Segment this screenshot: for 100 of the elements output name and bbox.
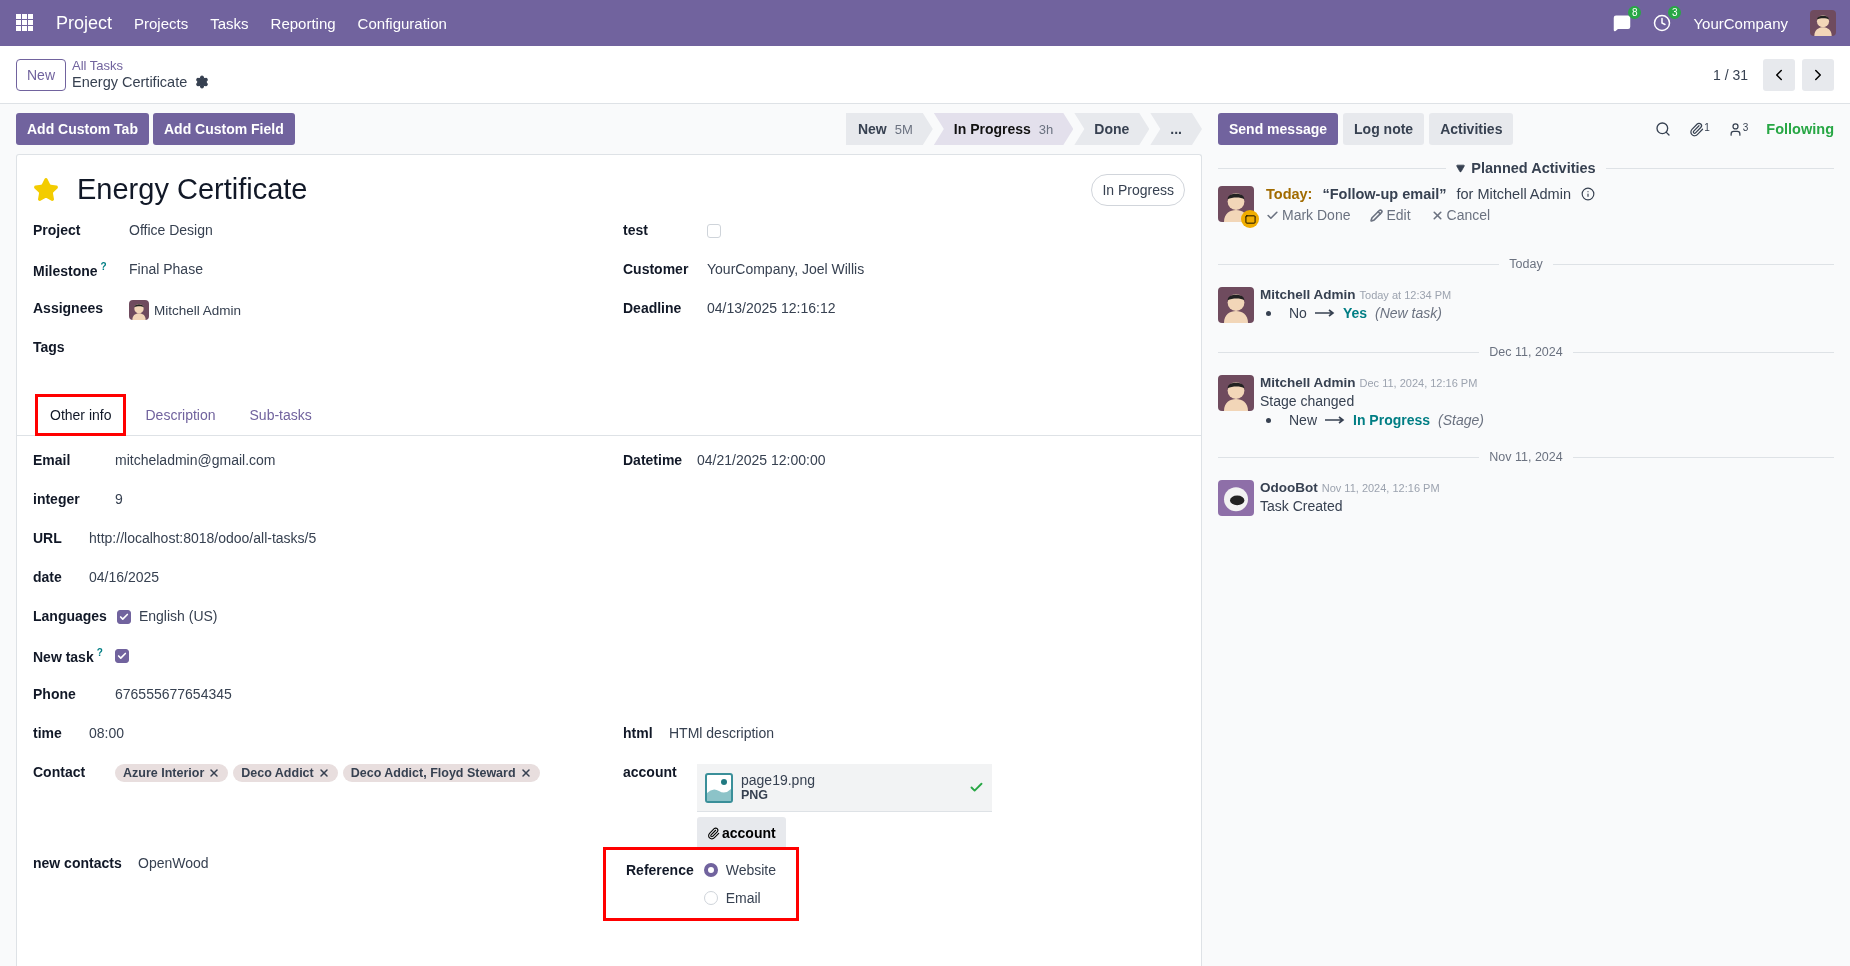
field-value: 08:00	[89, 725, 125, 741]
checkbox-label: English (US)	[138, 608, 218, 624]
message-text: Stage changed	[1260, 393, 1356, 409]
info-icon[interactable]	[1580, 187, 1595, 201]
field-label: date	[33, 569, 63, 585]
stage-button[interactable]: New 5M	[845, 113, 933, 145]
avatar	[1218, 480, 1254, 516]
field-label: account	[623, 764, 678, 780]
form-tab[interactable]: Sub-tasks	[234, 394, 327, 436]
breadcrumb-current: Energy Certificate	[72, 73, 188, 91]
pencil-icon	[1370, 208, 1384, 222]
count-badge: 8	[1627, 6, 1642, 19]
followers-count[interactable]: 3	[1727, 121, 1749, 137]
old-value: No	[1289, 305, 1307, 321]
app-name[interactable]: Project	[56, 12, 113, 34]
settings-icon[interactable]	[195, 75, 210, 90]
menu-item[interactable]: Configuration	[357, 14, 447, 32]
new-button[interactable]: New	[16, 58, 66, 91]
messages-icon[interactable]	[1613, 14, 1632, 32]
field-label: Languages	[33, 608, 108, 624]
company-name[interactable]: YourCompany	[1693, 14, 1788, 32]
checkbox[interactable]	[116, 610, 131, 624]
old-value: New	[1289, 412, 1317, 428]
count-badge: 3	[1667, 6, 1682, 19]
date-separator: Today	[1509, 257, 1543, 271]
message-time: Nov 11, 2024, 12:16 PM	[1321, 482, 1440, 494]
attachments-count[interactable]: 1	[1689, 121, 1710, 137]
pager-value[interactable]: 1 / 31	[1712, 66, 1748, 83]
stage-button[interactable]: Done	[1074, 113, 1150, 145]
field-value: 04/13/2025 12:16:12	[707, 300, 836, 316]
field-label: Email	[33, 452, 72, 468]
radio-option[interactable]: Website	[703, 862, 777, 878]
field-label: time	[33, 725, 63, 741]
remove-icon[interactable]	[208, 767, 221, 779]
chatter-button[interactable]: Log note	[1343, 113, 1425, 145]
date-separator: Nov 11, 2024	[1489, 450, 1563, 464]
menu-item[interactable]: Projects	[134, 14, 189, 32]
field-label: test	[623, 222, 649, 238]
message-author: OdooBot	[1260, 480, 1318, 495]
action-button[interactable]: Add Custom Field	[152, 113, 295, 145]
image-file-icon	[705, 772, 733, 803]
message-author: Mitchell Admin	[1260, 375, 1356, 390]
message-time: Dec 11, 2024, 12:16 PM	[1359, 377, 1478, 389]
field-value: 9	[115, 491, 123, 507]
apps-menu-icon[interactable]	[16, 14, 34, 32]
new-value: In Progress	[1353, 412, 1431, 428]
field-label: Milestone $^{?}$	[33, 261, 108, 279]
contact-tag[interactable]: Deco Addict, Floyd Steward	[342, 764, 540, 782]
message-author: Mitchell Admin	[1260, 287, 1356, 302]
radio-option[interactable]: Email	[703, 890, 777, 906]
form-tab[interactable]: Description	[130, 394, 231, 436]
menu-item[interactable]: Tasks	[210, 14, 249, 32]
next-button[interactable]	[1802, 58, 1834, 91]
message-text: Task Created	[1260, 498, 1344, 514]
avatar	[1218, 287, 1254, 323]
action-button[interactable]: Add Custom Tab	[16, 113, 149, 145]
field-label: new contacts	[33, 855, 123, 871]
upload-button[interactable]: account	[697, 817, 786, 849]
mail-icon	[1241, 210, 1259, 228]
file-name: page19.png	[741, 771, 816, 789]
assignee-tag[interactable]: Mitchell Admin	[129, 300, 242, 320]
form-tab[interactable]: Other info	[35, 394, 127, 436]
chatter-button[interactable]: Activities	[1429, 113, 1514, 145]
field-value: Final Phase	[129, 261, 203, 277]
check-icon	[1266, 208, 1279, 222]
checkbox[interactable]	[115, 649, 129, 663]
field-label: New task $^{?}$	[33, 647, 104, 665]
activity-action[interactable]: Edit	[1370, 207, 1411, 223]
field-label: Customer	[623, 261, 690, 277]
activity-assignee: for Mitchell Admin	[1456, 186, 1571, 202]
file-card[interactable]: page19.png PNG	[697, 764, 992, 812]
field-value: 04/16/2025	[89, 569, 160, 585]
field-label: Contact	[33, 764, 87, 780]
field-label: Phone	[33, 686, 77, 702]
user-avatar[interactable]	[1810, 10, 1836, 36]
star-icon[interactable]	[33, 176, 59, 203]
new-value: Yes	[1342, 305, 1368, 321]
breadcrumb-link[interactable]: All Tasks	[72, 58, 210, 74]
field-value: 676555677654345	[115, 686, 232, 702]
remove-icon[interactable]	[519, 767, 532, 779]
stage-button[interactable]: In Progress 3h	[933, 113, 1074, 145]
activity-action[interactable]: Cancel	[1430, 207, 1491, 223]
contact-tag[interactable]: Azure Interior	[115, 764, 229, 782]
contact-tag[interactable]: Deco Addict	[233, 764, 338, 782]
field-value: OpenWood	[138, 855, 209, 871]
stage-button[interactable]: ...	[1150, 113, 1202, 145]
activities-icon[interactable]	[1653, 14, 1672, 32]
remove-icon[interactable]	[317, 767, 330, 779]
field-label: Project	[33, 222, 82, 238]
task-title: Energy Certificate	[77, 173, 308, 206]
field-label: Datetime	[623, 452, 684, 468]
menu-item[interactable]: Reporting	[270, 14, 336, 32]
field-label: html	[623, 725, 654, 741]
check-icon	[969, 780, 984, 795]
field-value: Office Design	[129, 222, 213, 238]
send-message-button[interactable]: Send message	[1218, 113, 1339, 145]
activity-action[interactable]: Mark Done	[1266, 207, 1351, 223]
planned-activities-toggle[interactable]: Planned Activities	[1456, 160, 1596, 176]
field-value: HTMl description	[669, 725, 775, 741]
search-icon[interactable]	[1655, 121, 1672, 137]
